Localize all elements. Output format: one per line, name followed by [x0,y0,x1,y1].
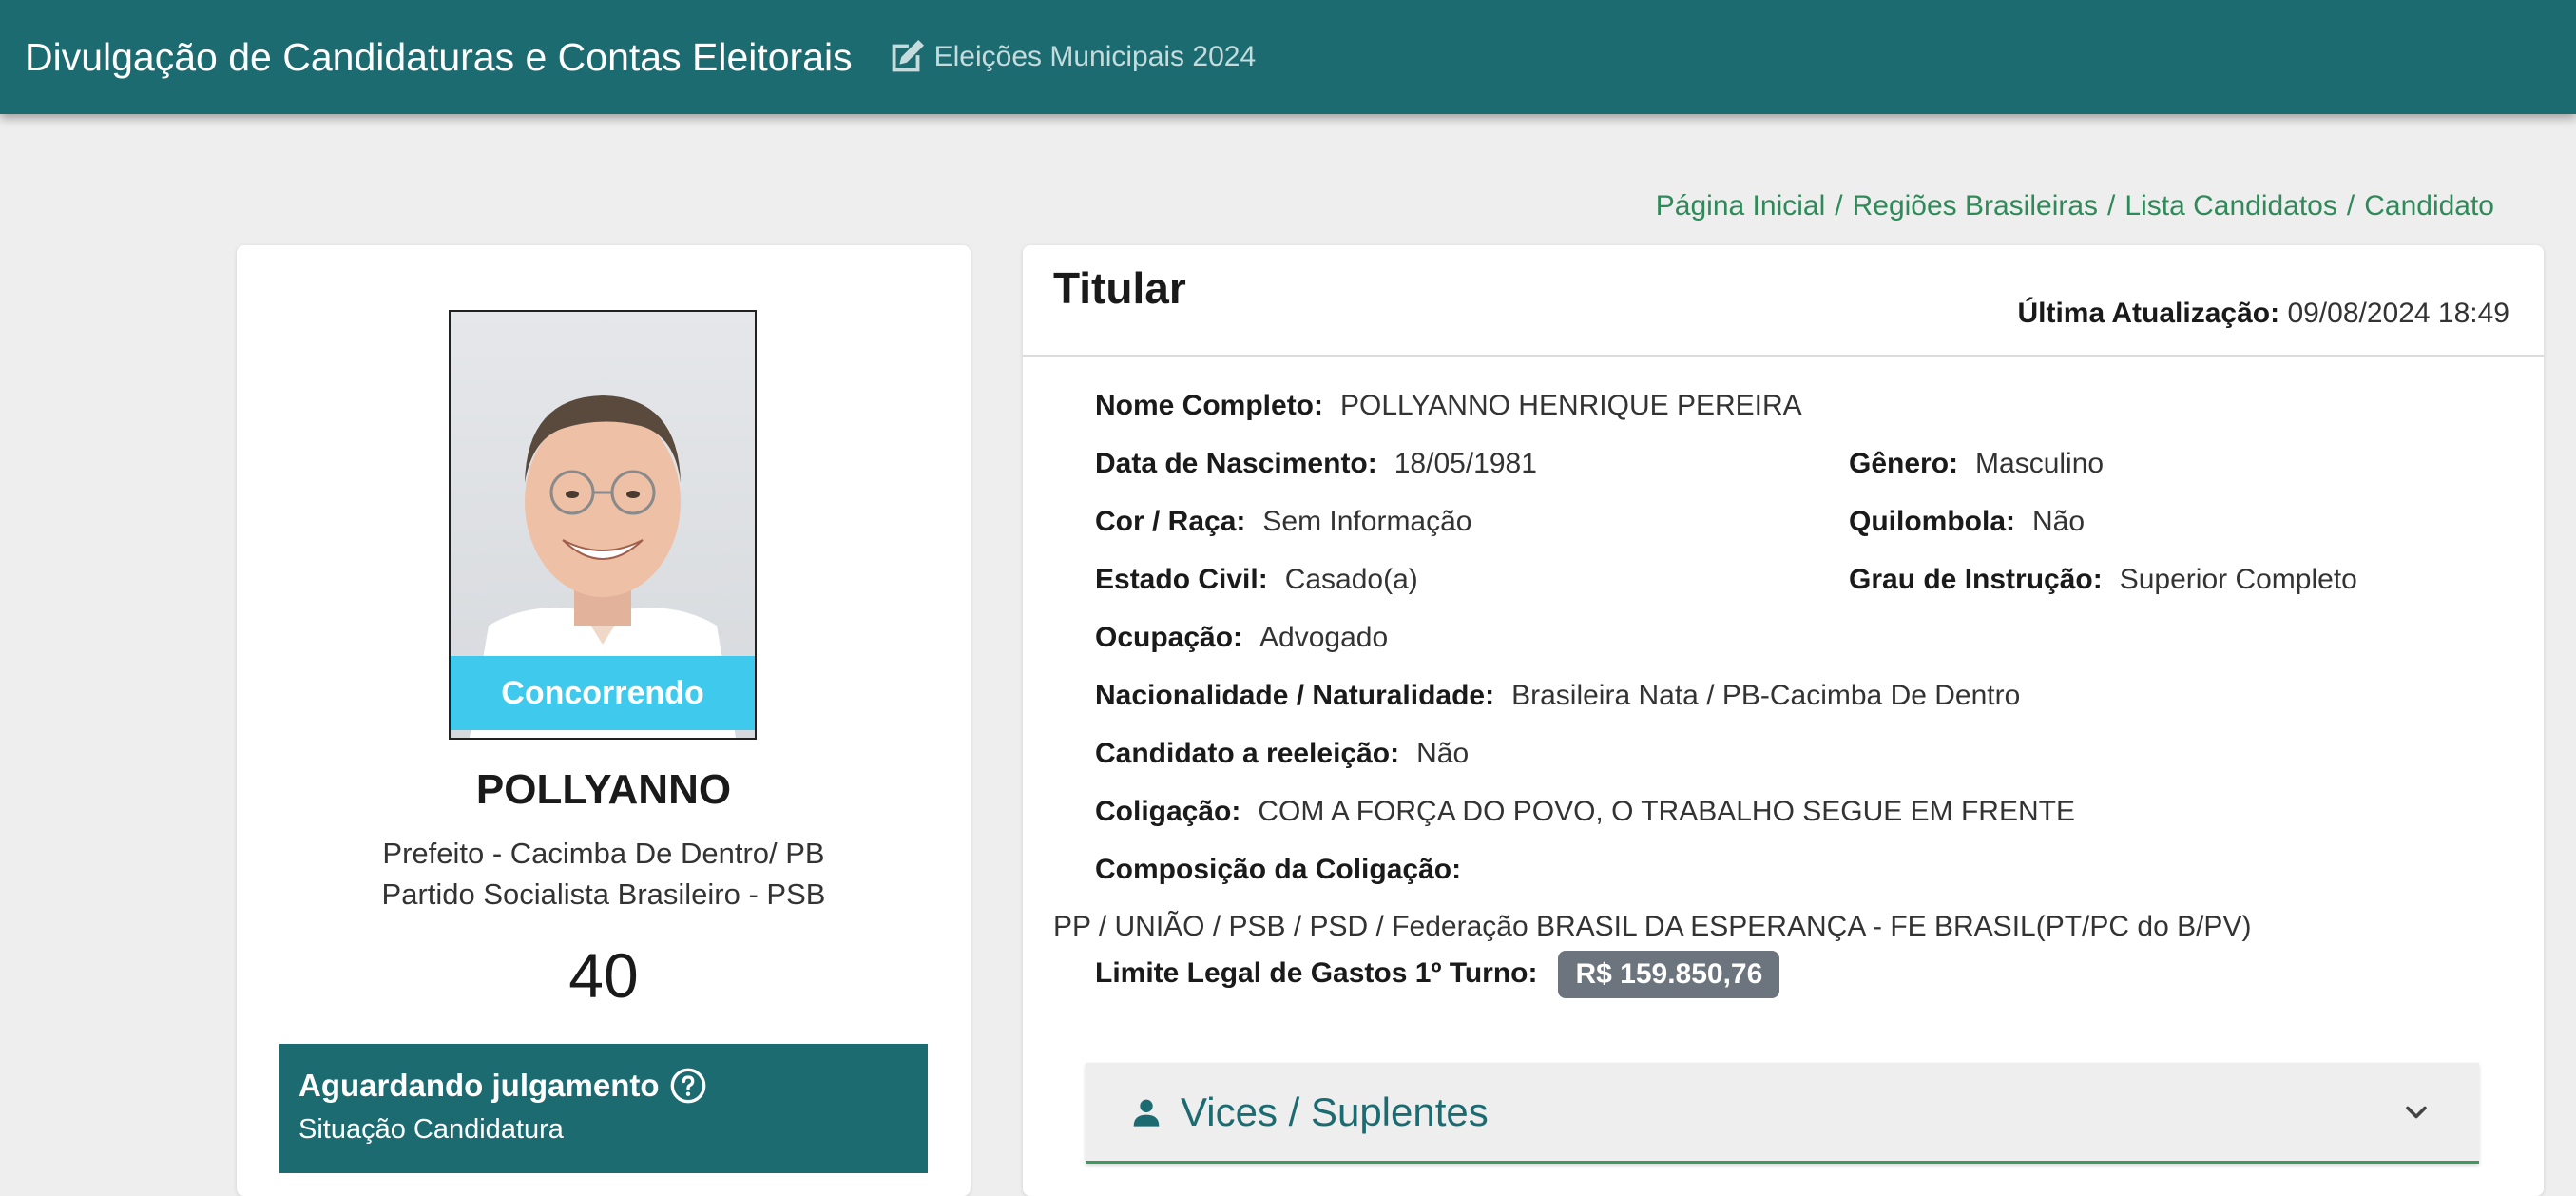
candidate-card: Concorrendo POLLYANNO Prefeito - Cacimba… [237,245,971,1196]
last-update-value: 09/08/2024 18:49 [2287,298,2509,329]
breadcrumb-candidate-list[interactable]: Lista Candidatos [2124,190,2336,222]
person-icon [1131,1097,1162,1128]
field-race: Cor / Raça: Sem Informação [1095,506,1471,538]
field-gender: Gênero: Masculino [1849,448,2104,480]
full-name-value: POLLYANNO HENRIQUE PEREIRA [1340,390,1802,421]
field-spending-limit: Limite Legal de Gastos 1º Turno: R$ 159.8… [1095,951,1780,998]
breadcrumb-regions[interactable]: Regiões Brasileiras [1853,190,2098,222]
breadcrumb-separator: / [1835,190,1843,222]
candidate-name: POLLYANNO [475,766,732,813]
birth-date-label: Data de Nascimento: [1095,448,1377,479]
field-quilombola: Quilombola: Não [1849,506,2085,538]
election-label[interactable]: Eleições Municipais 2024 [934,41,1257,73]
coalition-composition-value: PP / UNIÃO / PSB / PSD / Federação BRASI… [1053,911,2252,942]
quilombola-label: Quilombola: [1849,506,2015,537]
vices-accordion-label: Vices / Suplentes [1181,1089,1489,1134]
field-birth-date: Data de Nascimento: 18/05/1981 [1095,448,1537,480]
breadcrumb-home[interactable]: Página Inicial [1656,190,1825,222]
education-label: Grau de Instrução: [1849,564,2103,595]
candidate-number: 40 [568,940,639,1011]
field-nationality: Nacionalidade / Naturalidade: Brasileira … [1095,680,2020,712]
candidacy-situation-box: Aguardando julgamento Situação Candidatu… [279,1044,928,1173]
birth-date-value: 18/05/1981 [1394,448,1537,479]
coalition-label: Coligação: [1095,796,1241,827]
app-title[interactable]: Divulgação de Candidaturas e Contas Elei… [25,35,853,80]
top-app-bar: Divulgação de Candidaturas e Contas Elei… [0,0,2576,114]
candidate-office: Prefeito - Cacimba De Dentro/ PB [382,837,825,870]
reelection-label: Candidato a reeleição: [1095,738,1400,769]
field-coalition-composition: Composição da Coligação: [1095,854,1478,886]
nationality-value: Brasileira Nata / PB-Cacimba De Dentro [1511,680,2021,711]
breadcrumb: Página Inicial / Regiões Brasileiras / Lista… [1656,190,2494,222]
spending-limit-label: Limite Legal de Gastos 1º Turno: [1095,956,1538,989]
coalition-value: COM A FORÇA DO POVO, O TRABALHO SEGUE EM… [1258,796,2075,827]
nationality-label: Nacionalidade / Naturalidade: [1095,680,1495,711]
last-update-label: Última Atualização: [2017,298,2280,329]
situation-subtitle: Situação Candidatura [298,1114,564,1145]
civil-status-label: Estado Civil: [1095,564,1268,595]
candidate-party: Partido Socialista Brasileiro - PSB [381,878,826,911]
gender-value: Masculino [1975,448,2105,479]
occupation-label: Ocupação: [1095,622,1243,653]
race-value: Sem Informação [1262,506,1472,537]
reelection-value: Não [1416,738,1470,769]
edit-icon [885,35,929,79]
section-title: Titular [1053,263,1186,313]
breadcrumb-separator: / [2346,190,2355,222]
field-coalition: Coligação: COM A FORÇA DO POVO, O TRABALH… [1095,796,2075,828]
breadcrumb-candidate[interactable]: Candidato [2364,190,2494,222]
help-icon[interactable] [669,1067,707,1105]
vices-accordion-header[interactable]: Vices / Suplentes [1086,1063,2479,1164]
header-divider [1023,355,2544,357]
quilombola-value: Não [2032,506,2086,537]
chevron-down-icon[interactable] [2399,1095,2433,1129]
situation-title-row: Aguardando julgamento [298,1067,909,1105]
field-reelection: Candidato a reeleição: Não [1095,738,1469,770]
candidate-photo: Concorrendo [449,310,757,740]
field-civil-status: Estado Civil: Casado(a) [1095,564,1418,596]
field-education: Grau de Instrução: Superior Completo [1849,564,2357,596]
candidacy-status-badge: Concorrendo [451,656,755,730]
breadcrumb-separator: / [2107,190,2116,222]
coalition-composition-label: Composição da Coligação: [1095,854,1462,885]
occupation-value: Advogado [1259,622,1389,653]
candidate-details-card: Titular Última Atualização: 09/08/2024 1… [1023,245,2544,1196]
spending-limit-badge: R$ 159.850,76 [1558,951,1780,998]
situation-title: Aguardando julgamento [298,1068,660,1103]
gender-label: Gênero: [1849,448,1959,479]
last-update: Última Atualização: 09/08/2024 18:49 [2017,298,2509,330]
field-full-name: Nome Completo: POLLYANNO HENRIQUE PEREIRA [1095,390,1802,422]
education-value: Superior Completo [2119,564,2357,595]
full-name-label: Nome Completo: [1095,390,1323,421]
civil-status-value: Casado(a) [1284,564,1418,595]
field-occupation: Ocupação: Advogado [1095,622,1388,654]
race-label: Cor / Raça: [1095,506,1246,537]
